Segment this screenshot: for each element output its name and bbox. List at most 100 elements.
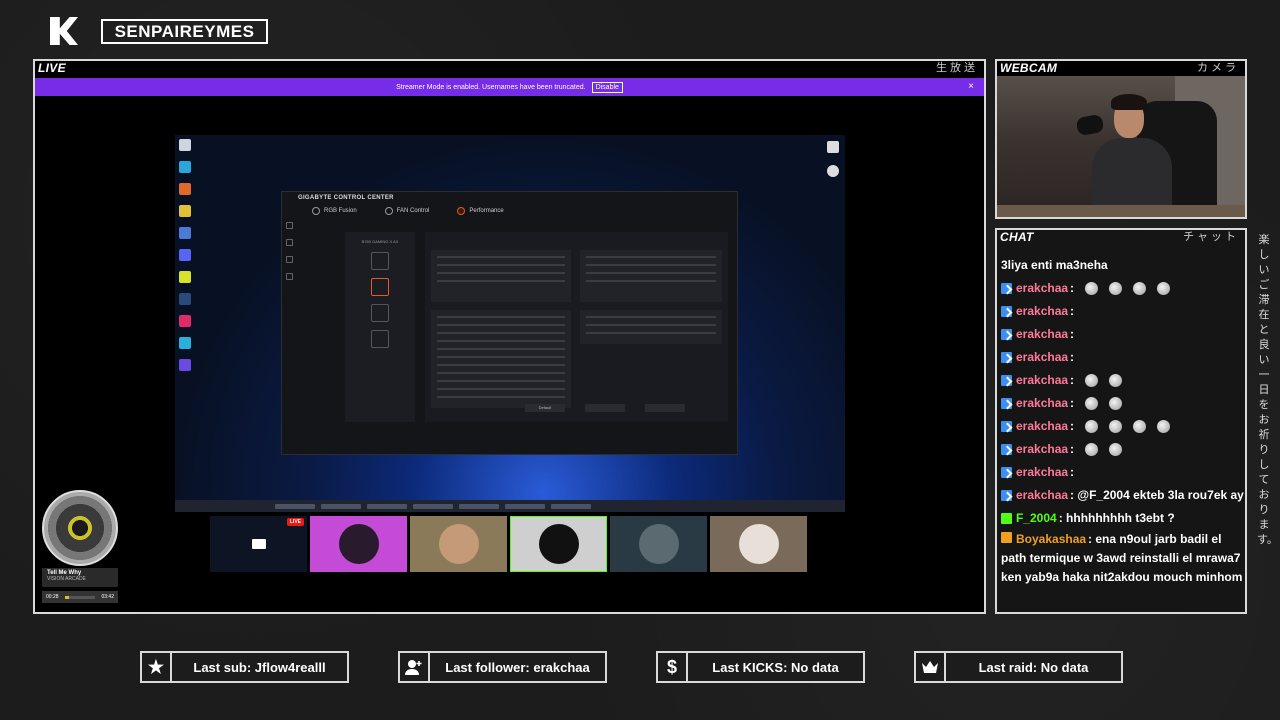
refresh-icon[interactable] bbox=[286, 273, 293, 280]
chat-username[interactable]: erakchaa bbox=[1016, 369, 1068, 392]
send-icon[interactable] bbox=[286, 256, 293, 263]
stream-thumb[interactable] bbox=[410, 516, 507, 572]
chat-username[interactable]: erakchaa bbox=[1016, 300, 1068, 323]
desktop-screenshot: GIGABYTE CONTROL CENTER RGB Fusion FAN C… bbox=[175, 135, 845, 512]
gcc-button[interactable] bbox=[645, 404, 685, 412]
edge-icon[interactable] bbox=[179, 337, 191, 349]
emote-icon bbox=[1109, 282, 1123, 295]
app-icon[interactable] bbox=[827, 141, 839, 153]
memory-icon[interactable] bbox=[371, 304, 389, 322]
chat-username[interactable]: erakchaa bbox=[1016, 484, 1068, 507]
chat-username[interactable]: erakchaa bbox=[1016, 415, 1068, 438]
side-text-jp: 楽しいご滞在と良い一日をお祈りしております。 bbox=[1257, 234, 1278, 546]
chat-username[interactable]: erakchaa bbox=[1016, 392, 1068, 415]
chat-message: erakchaa: bbox=[1001, 323, 1245, 346]
last-raid-text: Last raid: No data bbox=[978, 659, 1089, 675]
chat-username[interactable]: erakchaa bbox=[1016, 277, 1068, 300]
gcc-button[interactable] bbox=[585, 404, 625, 412]
live-panel: LIVE 生放送 Streamer Mode is enabled. Usern… bbox=[33, 59, 986, 614]
gcc-title: GIGABYTE CONTROL CENTER bbox=[298, 195, 394, 201]
app-icon[interactable] bbox=[179, 271, 191, 283]
last-follower-text: Last follower: erakchaa bbox=[445, 659, 590, 675]
tab-rgb-fusion[interactable]: RGB Fusion bbox=[312, 207, 357, 215]
chat-panel: CHAT チャット 3liya enti ma3neha erakchaa: era… bbox=[995, 228, 1247, 614]
app-icon[interactable] bbox=[179, 227, 191, 239]
subscriber-badge-icon bbox=[1001, 513, 1012, 524]
live-label-jp: 生放送 bbox=[936, 62, 978, 74]
chat-username[interactable]: Boyakashaa bbox=[1016, 532, 1086, 546]
chat-username[interactable]: erakchaa bbox=[1016, 461, 1068, 484]
webcam-label: WEBCAM bbox=[1000, 61, 1058, 75]
kick-badge-icon bbox=[1001, 398, 1012, 409]
desk bbox=[997, 205, 1245, 217]
recycle-bin-icon[interactable] bbox=[179, 139, 191, 151]
chat-username[interactable]: erakchaa bbox=[1016, 323, 1068, 346]
monitor-icon[interactable] bbox=[286, 239, 293, 246]
gcc-sidebar: B760 GAMING X AX bbox=[345, 232, 415, 422]
emote-icon bbox=[1085, 443, 1099, 456]
chat-label-jp: チャット bbox=[1183, 231, 1239, 243]
taskbar-item[interactable] bbox=[275, 503, 315, 509]
stream-thumb[interactable] bbox=[610, 516, 707, 572]
taskbar-item[interactable] bbox=[505, 503, 545, 509]
chat-text: : bbox=[1070, 373, 1075, 387]
chat-username[interactable]: erakchaa bbox=[1016, 438, 1068, 461]
kick-badge-icon bbox=[1001, 421, 1012, 432]
chat-message: F_2004: hhhhhhhhh t3ebt ? bbox=[1001, 507, 1245, 530]
processor-block bbox=[431, 250, 571, 302]
edge-icon[interactable] bbox=[179, 161, 191, 173]
taskbar-item[interactable] bbox=[321, 503, 361, 509]
power-block bbox=[580, 310, 722, 344]
chat-text: : bbox=[1070, 465, 1075, 479]
chat-username[interactable]: F_2004 bbox=[1016, 507, 1057, 530]
warning-icon[interactable] bbox=[371, 330, 389, 348]
tab-performance[interactable]: Performance bbox=[457, 207, 504, 215]
stream-thumb[interactable] bbox=[510, 516, 607, 572]
emote-icon bbox=[1109, 443, 1123, 456]
chat-username[interactable]: erakchaa bbox=[1016, 346, 1068, 369]
chat-message: erakchaa: bbox=[1001, 392, 1245, 415]
kick-badge-icon bbox=[1001, 467, 1012, 478]
emote-icon bbox=[1133, 282, 1147, 295]
last-sub-box: ★ Last sub: Jflow4realll bbox=[140, 651, 349, 683]
stream-thumb[interactable]: LIVE bbox=[210, 516, 307, 572]
chat-message: erakchaa: bbox=[1001, 369, 1245, 392]
chat-message: erakchaa: bbox=[1001, 438, 1245, 461]
app-icon[interactable] bbox=[179, 183, 191, 195]
app-icon[interactable] bbox=[179, 315, 191, 327]
duration: 03:42 bbox=[101, 594, 114, 600]
kick-badge-icon bbox=[1001, 329, 1012, 340]
close-icon[interactable]: × bbox=[968, 81, 974, 92]
obs-icon[interactable] bbox=[827, 165, 839, 177]
stream-thumb[interactable] bbox=[310, 516, 407, 572]
chat-label: CHAT bbox=[1000, 230, 1034, 244]
home-icon[interactable] bbox=[286, 222, 293, 229]
cpu-icon[interactable] bbox=[371, 278, 389, 296]
streamer-mode-text: Streamer Mode is enabled. Usernames have… bbox=[396, 83, 586, 91]
elapsed-time: 00:28 bbox=[46, 594, 59, 600]
star-icon: ★ bbox=[142, 653, 172, 681]
webcam-panel: WEBCAM カメラ bbox=[995, 59, 1247, 219]
kick-badge-icon bbox=[1001, 444, 1012, 455]
webcam-feed bbox=[997, 76, 1245, 217]
chat-message: Boyakashaa: ena n9oul jarb badil el path… bbox=[1001, 530, 1245, 587]
avatar bbox=[738, 524, 779, 564]
board-name: B760 GAMING X AX bbox=[361, 239, 399, 244]
chrome-icon[interactable] bbox=[179, 205, 191, 217]
discord-icon[interactable] bbox=[179, 249, 191, 261]
tab-fan-control[interactable]: FAN Control bbox=[384, 207, 429, 215]
taskbar-item[interactable] bbox=[551, 503, 591, 509]
steam-icon[interactable] bbox=[179, 293, 191, 305]
taskbar-item[interactable] bbox=[413, 503, 453, 509]
taskbar-item[interactable] bbox=[459, 503, 499, 509]
stream-thumb[interactable] bbox=[710, 516, 807, 572]
last-follower-box: Last follower: erakchaa bbox=[398, 651, 607, 683]
app-icon[interactable] bbox=[179, 359, 191, 371]
crown-badge-icon bbox=[1001, 532, 1012, 543]
webcam-label-jp: カメラ bbox=[1197, 62, 1239, 74]
default-button[interactable]: Default bbox=[525, 404, 565, 412]
taskbar-item[interactable] bbox=[367, 503, 407, 509]
info-icon[interactable] bbox=[371, 252, 389, 270]
disable-streamer-mode-button[interactable]: Disable bbox=[591, 81, 623, 93]
streamer-mode-banner: Streamer Mode is enabled. Usernames have… bbox=[35, 78, 984, 96]
